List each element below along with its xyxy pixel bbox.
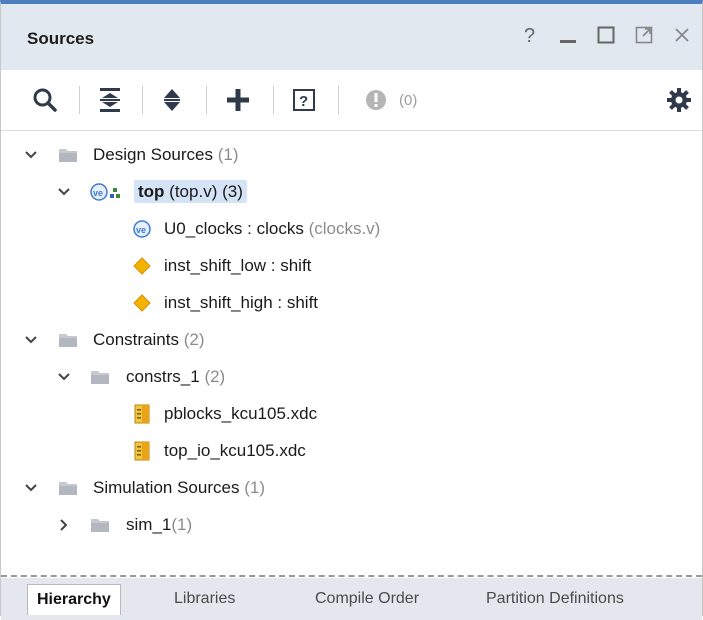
expand-all-icon[interactable]: [154, 82, 190, 118]
diamond-icon: [132, 256, 152, 276]
panel-titlebar: Sources ?: [1, 4, 702, 70]
tree-row-inst-shift-low[interactable]: inst_shift_low : shift: [1, 248, 702, 284]
bottom-tab-bar: Hierarchy Libraries Compile Order Partit…: [1, 578, 702, 620]
tree-label: inst_shift_high : shift: [164, 293, 319, 312]
chevron-down-icon[interactable]: [23, 147, 39, 163]
selected-item: top (top.v) (3): [134, 180, 247, 203]
toolbar-separator: [338, 86, 339, 114]
gear-icon[interactable]: [661, 82, 697, 118]
properties-icon[interactable]: ?: [286, 82, 322, 118]
sources-panel: Sources ? ? (0) Design Sources (1) ve to…: [0, 0, 703, 620]
minimize-icon[interactable]: [556, 23, 580, 47]
chevron-down-icon[interactable]: [23, 332, 39, 348]
search-icon[interactable]: [27, 82, 63, 118]
tree-label: Simulation Sources (1): [93, 478, 265, 497]
tree-label: top (top.v) (3): [134, 180, 247, 203]
tree-label: inst_shift_low : shift: [164, 256, 312, 275]
tree-row-pblocks-xdc[interactable]: pblocks_kcu105.xdc: [1, 396, 702, 432]
close-icon[interactable]: [670, 23, 694, 47]
help-icon[interactable]: ?: [518, 23, 542, 47]
verilog-top-module-icon: ve: [89, 182, 129, 202]
tree-row-simulation-sources[interactable]: Simulation Sources (1): [1, 470, 702, 506]
tree-row-u0-clocks[interactable]: ve U0_clocks : clocks (clocks.v): [1, 211, 702, 247]
chevron-down-icon[interactable]: [56, 184, 72, 200]
tree-label: U0_clocks : clocks (clocks.v): [164, 219, 381, 238]
chevron-down-icon[interactable]: [56, 369, 72, 385]
tab-libraries[interactable]: Libraries: [165, 584, 244, 614]
tree-label: Constraints (2): [93, 330, 205, 349]
tree-row-top[interactable]: ve top (top.v) (3): [1, 174, 702, 210]
maximize-icon[interactable]: [594, 23, 618, 47]
tree-row-constraints[interactable]: Constraints (2): [1, 322, 702, 358]
svg-text:?: ?: [299, 93, 308, 110]
tree-row-sim-1[interactable]: sim_1(1): [1, 507, 702, 543]
folder-icon: [57, 479, 79, 497]
toolbar: ? (0): [1, 70, 702, 131]
svg-text:?: ?: [524, 25, 535, 45]
float-icon[interactable]: [632, 23, 656, 47]
chevron-down-icon[interactable]: [23, 480, 39, 496]
dashed-divider: [1, 575, 702, 577]
toolbar-separator: [79, 86, 80, 114]
warning-count: (0): [399, 92, 418, 109]
chevron-right-icon[interactable]: [56, 517, 72, 533]
tab-compile-order[interactable]: Compile Order: [306, 584, 428, 614]
sources-tree: Design Sources (1) ve top (top.v) (3) ve…: [1, 131, 702, 573]
diamond-icon: [132, 293, 152, 313]
svg-text:ve: ve: [93, 188, 103, 198]
tab-hierarchy[interactable]: Hierarchy: [27, 584, 121, 615]
verilog-file-icon: ve: [132, 219, 152, 239]
svg-text:ve: ve: [136, 225, 146, 235]
toolbar-separator: [142, 86, 143, 114]
toolbar-separator: [206, 86, 207, 114]
folder-icon: [57, 331, 79, 349]
tree-label: sim_1(1): [126, 515, 193, 534]
collapse-all-icon[interactable]: [92, 82, 128, 118]
tree-label: Design Sources (1): [93, 145, 239, 164]
tree-row-constrs-1[interactable]: constrs_1 (2): [1, 359, 702, 395]
tab-partition-definitions[interactable]: Partition Definitions: [477, 584, 633, 614]
tree-label: constrs_1 (2): [126, 367, 226, 386]
warning-icon[interactable]: [358, 82, 394, 118]
panel-title: Sources: [27, 29, 95, 48]
tree-label: top_io_kcu105.xdc: [164, 441, 306, 460]
tree-row-design-sources[interactable]: Design Sources (1): [1, 137, 702, 173]
toolbar-separator: [273, 86, 274, 114]
xdc-file-icon: [132, 404, 152, 424]
window-controls: ?: [518, 20, 694, 50]
tree-row-top-io-xdc[interactable]: top_io_kcu105.xdc: [1, 433, 702, 469]
folder-icon: [89, 368, 111, 386]
tree-label: pblocks_kcu105.xdc: [164, 404, 318, 423]
folder-icon: [89, 516, 111, 534]
folder-icon: [57, 146, 79, 164]
tree-row-inst-shift-high[interactable]: inst_shift_high : shift: [1, 285, 702, 321]
add-sources-icon[interactable]: [220, 82, 256, 118]
xdc-file-icon: [132, 441, 152, 461]
